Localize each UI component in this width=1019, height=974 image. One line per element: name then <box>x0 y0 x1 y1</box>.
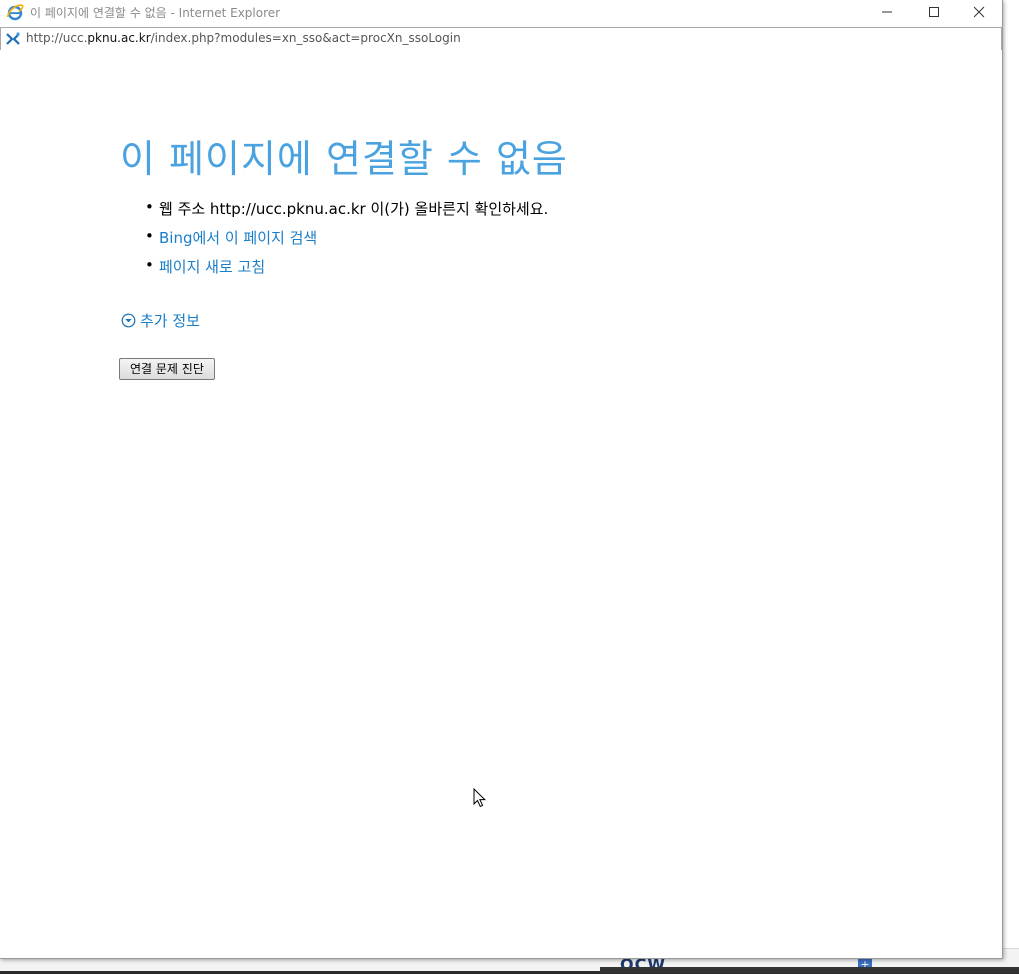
refresh-page-link[interactable]: 페이지 새로 고침 <box>159 258 265 276</box>
suggestion-check-address: • 웹 주소 http://ucc.pknu.ac.kr 이(가) 올바른지 확… <box>145 198 548 227</box>
internet-explorer-icon <box>6 4 24 21</box>
address-bar[interactable]: http://ucc.pknu.ac.kr/index.php?modules=… <box>0 27 1002 51</box>
background-dark-bar <box>600 967 1019 973</box>
minimize-button[interactable] <box>864 0 910 24</box>
bullet: • <box>145 227 154 245</box>
diagnose-connection-button[interactable]: 연결 문제 진단 <box>119 358 215 380</box>
window-title: 이 페이지에 연결할 수 없음 - Internet Explorer <box>30 6 281 20</box>
mouse-pointer-icon <box>473 788 487 808</box>
minimize-icon <box>882 11 892 13</box>
url-host: pknu.ac.kr <box>87 31 151 45</box>
more-info-toggle[interactable]: 추가 정보 <box>121 310 200 331</box>
site-error-icon <box>6 32 20 45</box>
error-page-title: 이 페이지에 연결할 수 없음 <box>120 137 568 181</box>
url-prefix: http://ucc. <box>26 31 88 45</box>
bullet: • <box>145 256 154 274</box>
suggestion-text: 웹 주소 http://ucc.pknu.ac.kr 이(가) 올바른지 확인하… <box>159 200 549 218</box>
bullet: • <box>145 198 154 216</box>
close-button[interactable] <box>956 0 1002 24</box>
maximize-icon <box>929 7 939 17</box>
search-bing-link[interactable]: Bing에서 이 페이지 검색 <box>159 229 317 247</box>
title-bar[interactable]: 이 페이지에 연결할 수 없음 - Internet Explorer <box>0 0 1002 26</box>
suggestion-refresh: • 페이지 새로 고침 <box>145 256 548 285</box>
more-info-label: 추가 정보 <box>140 312 200 330</box>
url-path: /index.php?modules=xn_sso&act=procXn_sso… <box>150 31 461 45</box>
close-icon <box>973 6 985 18</box>
chevron-down-circle-icon <box>121 313 136 328</box>
suggestion-search-bing: • Bing에서 이 페이지 검색 <box>145 227 548 256</box>
browser-window: 이 페이지에 연결할 수 없음 - Internet Explorer http… <box>0 0 1003 959</box>
address-url[interactable]: http://ucc.pknu.ac.kr/index.php?modules=… <box>26 31 461 45</box>
suggestion-list: • 웹 주소 http://ucc.pknu.ac.kr 이(가) 올바른지 확… <box>145 198 548 285</box>
page-content: 이 페이지에 연결할 수 없음 • 웹 주소 http://ucc.pknu.a… <box>0 50 1002 958</box>
maximize-button[interactable] <box>911 0 957 24</box>
